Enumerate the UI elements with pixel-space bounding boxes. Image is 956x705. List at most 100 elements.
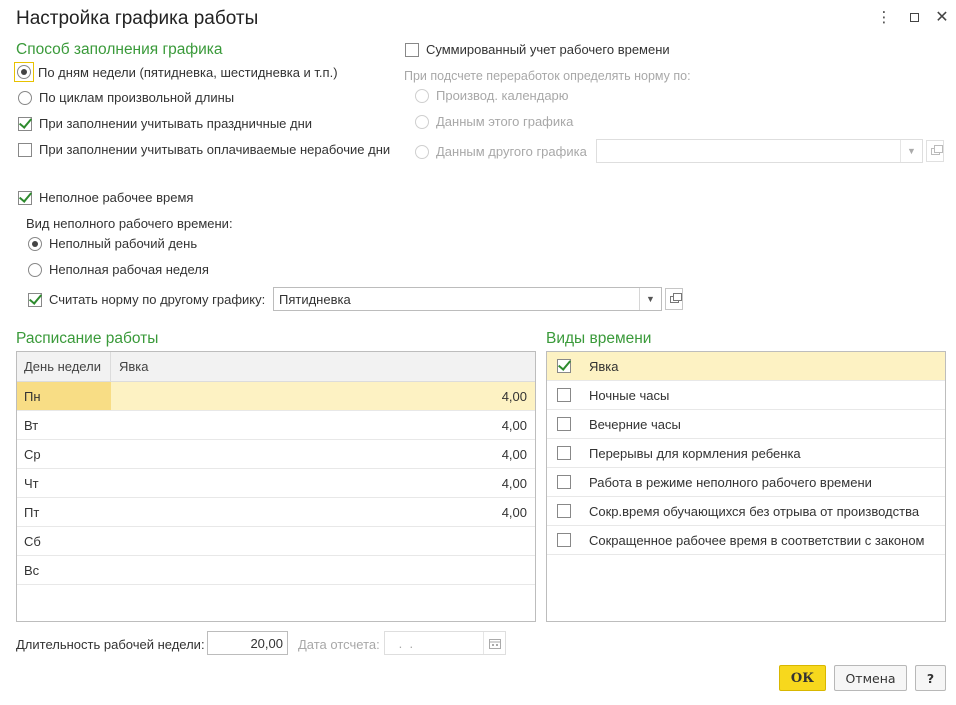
- time-type-label: Явка: [589, 358, 619, 374]
- close-icon[interactable]: ✕: [932, 8, 952, 28]
- time-type-label: Вечерние часы: [589, 416, 681, 432]
- time-type-label: Перерывы для кормления ребенка: [589, 445, 801, 461]
- norm-by-production-calendar-label: Производ. календарю: [436, 88, 569, 103]
- table-row[interactable]: Пн 4,00: [17, 382, 535, 411]
- checkbox[interactable]: [557, 533, 571, 547]
- summarized-accounting-checkbox[interactable]: Суммированный учет рабочего времени: [405, 42, 670, 57]
- value-cell[interactable]: 4,00: [111, 476, 535, 491]
- ok-button[interactable]: ОК: [779, 665, 826, 691]
- table-row[interactable]: Вс: [17, 556, 535, 585]
- time-types-title: Виды времени: [546, 330, 652, 347]
- consider-holidays-label: При заполнении учитывать праздничные дни: [39, 116, 313, 131]
- cancel-button[interactable]: Отмена: [834, 665, 907, 691]
- checkbox[interactable]: [18, 190, 32, 205]
- checkbox[interactable]: [557, 417, 571, 431]
- schedule-table-header: День недели Явка: [17, 352, 535, 382]
- radio-button[interactable]: [17, 65, 31, 79]
- part-time-checkbox[interactable]: Неполное рабочее время: [18, 190, 193, 205]
- list-item[interactable]: Ночные часы: [547, 381, 945, 410]
- week-length-value: 20,00: [250, 635, 283, 651]
- checkbox[interactable]: [405, 42, 419, 57]
- norm-other-schedule-checkbox[interactable]: Считать норму по другому графику:: [28, 292, 265, 307]
- list-item[interactable]: Сокращенное рабочее время в соответствии…: [547, 526, 945, 555]
- checkbox[interactable]: [18, 116, 32, 131]
- part-time-week-option[interactable]: Неполная рабочая неделя: [28, 262, 209, 277]
- open-external-icon[interactable]: [665, 288, 683, 310]
- calendar-icon[interactable]: [483, 632, 505, 654]
- time-type-label: Сокр.время обучающихся без отрыва от про…: [589, 503, 920, 519]
- day-cell[interactable]: Пн: [17, 382, 111, 410]
- day-cell[interactable]: Ср: [17, 447, 111, 462]
- checkbox[interactable]: [557, 359, 571, 373]
- week-length-input[interactable]: 20,00: [207, 631, 288, 655]
- checkbox[interactable]: [557, 475, 571, 489]
- ref-date-input[interactable]: . .: [384, 631, 506, 655]
- radio-button[interactable]: [415, 114, 429, 129]
- chevron-down-icon[interactable]: ▼: [639, 288, 661, 310]
- radio-button[interactable]: [28, 262, 42, 277]
- maximize-icon[interactable]: [904, 8, 924, 28]
- checkbox[interactable]: [557, 388, 571, 402]
- column-header-attendance[interactable]: Явка: [111, 359, 535, 374]
- fill-by-weekdays-option[interactable]: По дням недели (пятидневка, шестидневка …: [14, 62, 338, 82]
- list-item[interactable]: Явка: [547, 352, 945, 381]
- ref-date-label: Дата отсчета:: [298, 637, 380, 652]
- day-cell[interactable]: Пт: [17, 505, 111, 520]
- checkbox[interactable]: [557, 504, 571, 518]
- time-type-label: Работа в режиме неполного рабочего време…: [589, 474, 872, 490]
- part-time-day-option[interactable]: Неполный рабочий день: [28, 236, 197, 251]
- part-time-day-label: Неполный рабочий день: [49, 236, 198, 251]
- fill-by-cycles-option[interactable]: По циклам произвольной длины: [18, 90, 234, 105]
- part-time-label: Неполное рабочее время: [39, 190, 194, 205]
- day-cell[interactable]: Вт: [17, 418, 111, 433]
- help-button[interactable]: ?: [915, 665, 946, 691]
- value-cell[interactable]: 4,00: [111, 447, 535, 462]
- schedule-table[interactable]: День недели Явка Пн 4,00 Вт 4,00 Ср 4,00…: [16, 351, 536, 622]
- consider-holidays-checkbox[interactable]: При заполнении учитывать праздничные дни: [18, 116, 312, 131]
- value-cell[interactable]: 4,00: [111, 505, 535, 520]
- table-row[interactable]: Пт 4,00: [17, 498, 535, 527]
- part-time-week-label: Неполная рабочая неделя: [49, 262, 209, 277]
- norm-other-schedule-select[interactable]: Пятидневка ▼: [273, 287, 662, 311]
- radio-button[interactable]: [28, 236, 42, 251]
- day-cell[interactable]: Сб: [17, 534, 111, 549]
- table-row[interactable]: Вт 4,00: [17, 411, 535, 440]
- list-item[interactable]: Сокр.время обучающихся без отрыва от про…: [547, 497, 945, 526]
- checkbox[interactable]: [18, 142, 32, 157]
- day-cell[interactable]: Вс: [17, 563, 111, 578]
- norm-by-this-schedule-option[interactable]: Данным этого графика: [415, 114, 573, 129]
- column-header-day[interactable]: День недели: [17, 352, 111, 381]
- fill-by-weekdays-label: По дням недели (пятидневка, шестидневка …: [38, 64, 338, 80]
- norm-other-schedule-label: Считать норму по другому графику:: [49, 292, 266, 307]
- radio-button[interactable]: [18, 90, 32, 105]
- list-item[interactable]: Перерывы для кормления ребенка: [547, 439, 945, 468]
- time-types-list[interactable]: Явка Ночные часы Вечерние часы Перерывы …: [546, 351, 946, 622]
- overtime-norm-hint: При подсчете переработок определять норм…: [404, 69, 691, 83]
- other-schedule-select[interactable]: ▼: [596, 139, 923, 163]
- radio-focus-frame: [14, 62, 34, 82]
- checkbox[interactable]: [28, 292, 42, 307]
- norm-by-other-schedule-option[interactable]: Данным другого графика: [415, 144, 587, 159]
- table-row[interactable]: Чт 4,00: [17, 469, 535, 498]
- consider-paid-days-off-label: При заполнении учитывать оплачиваемые не…: [39, 142, 391, 157]
- checkbox[interactable]: [557, 446, 571, 460]
- time-type-label: Ночные часы: [589, 387, 670, 403]
- list-item[interactable]: Работа в режиме неполного рабочего време…: [547, 468, 945, 497]
- consider-paid-days-off-checkbox[interactable]: При заполнении учитывать оплачиваемые не…: [18, 142, 390, 157]
- summarized-accounting-label: Суммированный учет рабочего времени: [426, 42, 670, 57]
- ref-date-value: . .: [395, 635, 417, 651]
- window-title: Настройка графика работы: [16, 8, 259, 29]
- more-vertical-icon[interactable]: ⋮: [874, 8, 894, 28]
- chevron-down-icon[interactable]: ▼: [900, 140, 922, 162]
- open-external-icon[interactable]: [926, 140, 944, 162]
- value-cell[interactable]: 4,00: [111, 418, 535, 433]
- fill-method-title: Способ заполнения графика: [16, 41, 223, 58]
- radio-button[interactable]: [415, 144, 429, 159]
- norm-by-production-calendar-option[interactable]: Производ. календарю: [415, 88, 569, 103]
- table-row[interactable]: Сб: [17, 527, 535, 556]
- radio-button[interactable]: [415, 88, 429, 103]
- value-cell[interactable]: 4,00: [111, 389, 535, 404]
- table-row[interactable]: Ср 4,00: [17, 440, 535, 469]
- list-item[interactable]: Вечерние часы: [547, 410, 945, 439]
- day-cell[interactable]: Чт: [17, 476, 111, 491]
